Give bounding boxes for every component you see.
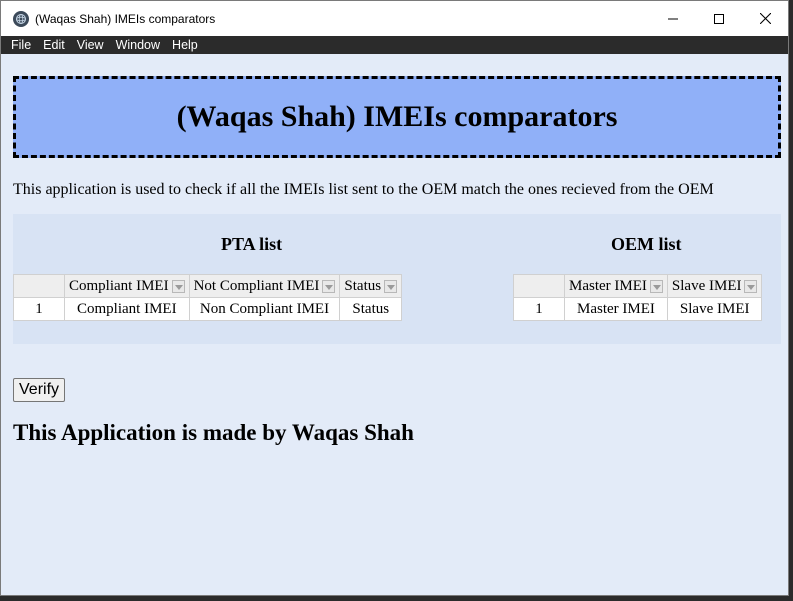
pta-table: Compliant IMEI Not Compliant IMEI Status… (13, 274, 403, 321)
menu-bar: File Edit View Window Help (1, 36, 788, 54)
app-icon (13, 10, 29, 27)
app-window: (Waqas Shah) IMEIs comparators File Edit… (0, 0, 789, 596)
filter-dropdown-icon[interactable] (384, 279, 398, 293)
column-header-label: Status (344, 277, 382, 294)
verify-button[interactable]: Verify (13, 378, 66, 402)
description-text: This application is used to check if all… (13, 181, 714, 198)
menu-view[interactable]: View (71, 36, 110, 54)
row-index-header (513, 274, 565, 298)
menu-file[interactable]: File (5, 36, 37, 54)
row-index: 1 (513, 297, 565, 321)
page-title: (Waqas Shah) IMEIs comparators (176, 100, 618, 133)
table-cell[interactable]: Non Compliant IMEI (188, 297, 341, 321)
table-cell[interactable]: Slave IMEI (666, 297, 763, 321)
title-bar[interactable]: (Waqas Shah) IMEIs comparators (1, 1, 788, 36)
window-controls (650, 1, 788, 36)
maximize-icon (714, 13, 724, 24)
close-icon (759, 13, 771, 24)
table-row: 1 Master IMEI Slave IMEI (513, 297, 763, 321)
menu-help[interactable]: Help (166, 36, 204, 54)
filter-dropdown-icon[interactable] (649, 279, 663, 293)
table-cell[interactable]: Status (339, 297, 403, 321)
window-title: (Waqas Shah) IMEIs comparators (35, 11, 216, 26)
pta-list-title: PTA list (221, 234, 283, 254)
menu-edit[interactable]: Edit (37, 36, 71, 54)
table-cell[interactable]: Master IMEI (564, 297, 668, 321)
lists-panel: PTA list Compliant IMEI Not Compliant IM… (13, 214, 781, 344)
minimize-icon (668, 18, 678, 19)
row-index-header (13, 274, 65, 298)
header-banner: (Waqas Shah) IMEIs comparators (13, 76, 781, 158)
pta-header-row: Compliant IMEI Not Compliant IMEI Status (13, 274, 403, 298)
row-index: 1 (13, 297, 65, 321)
column-header-label: Not Compliant IMEI (193, 277, 320, 294)
filter-dropdown-icon[interactable] (171, 279, 185, 293)
column-header-compliant-imei[interactable]: Compliant IMEI (64, 274, 190, 298)
column-header-label: Compliant IMEI (69, 277, 169, 294)
column-header-not-compliant-imei[interactable]: Not Compliant IMEI (188, 274, 341, 298)
menu-window[interactable]: Window (110, 36, 166, 54)
table-row: 1 Compliant IMEI Non Compliant IMEI Stat… (13, 297, 403, 321)
footer-credit: This Application is made by Waqas Shah (13, 420, 414, 445)
maximize-button[interactable] (696, 1, 742, 36)
oem-list-title: OEM list (611, 234, 682, 254)
filter-dropdown-icon[interactable] (322, 279, 336, 293)
oem-header-row: Master IMEI Slave IMEI (513, 274, 763, 298)
table-cell[interactable]: Compliant IMEI (64, 297, 190, 321)
column-header-label: Slave IMEI (671, 277, 742, 294)
oem-table: Master IMEI Slave IMEI 1 Master IMEI Sla… (513, 274, 763, 321)
close-button[interactable] (742, 1, 788, 36)
column-header-status[interactable]: Status (339, 274, 403, 298)
minimize-button[interactable] (650, 1, 696, 36)
column-header-label: Master IMEI (569, 277, 647, 294)
column-header-slave-imei[interactable]: Slave IMEI (666, 274, 763, 298)
filter-dropdown-icon[interactable] (744, 279, 758, 293)
column-header-master-imei[interactable]: Master IMEI (564, 274, 668, 298)
